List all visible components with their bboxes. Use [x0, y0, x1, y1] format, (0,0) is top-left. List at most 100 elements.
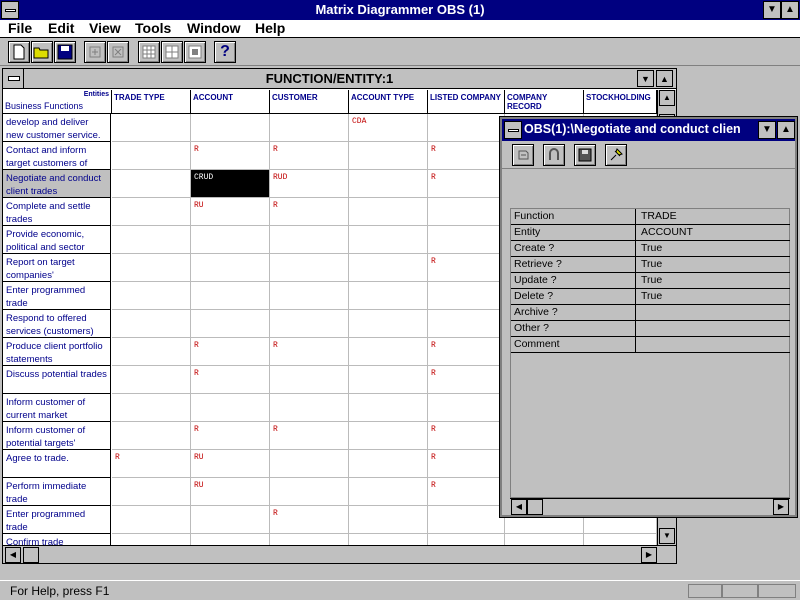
matrix-cell[interactable]	[270, 478, 349, 506]
scroll-left-icon[interactable]: ◀	[5, 547, 21, 563]
obs-minimize-icon[interactable]: ▼	[758, 121, 776, 139]
matrix-cell[interactable]	[428, 394, 505, 422]
property-row[interactable]: Archive ?	[511, 305, 790, 321]
matrix-cell[interactable]	[270, 254, 349, 282]
property-row[interactable]: Delete ? True	[511, 289, 790, 305]
property-row[interactable]: Create ? True	[511, 241, 790, 257]
grid-collapse-icon[interactable]	[184, 41, 206, 63]
obs-horizontal-scrollbar[interactable]: ◀ ▶	[510, 498, 790, 515]
matrix-cell[interactable]	[270, 282, 349, 310]
matrix-cell[interactable]	[112, 422, 191, 450]
matrix-cell[interactable]: CRUD	[191, 170, 270, 198]
row-label[interactable]: Provide economic, political and sector	[3, 226, 111, 254]
matrix-cell[interactable]	[270, 114, 349, 142]
matrix-cell[interactable]: R	[428, 254, 505, 282]
matrix-cell[interactable]	[349, 450, 428, 478]
link-icon[interactable]	[543, 144, 565, 166]
scroll-down-icon[interactable]: ▼	[659, 528, 675, 544]
property-row[interactable]: Retrieve ? True	[511, 257, 790, 273]
matrix-cell[interactable]: R	[270, 506, 349, 534]
obs-scroll-left-icon[interactable]: ◀	[511, 499, 527, 515]
matrix-cell[interactable]	[505, 534, 584, 545]
matrix-cell[interactable]: R	[428, 478, 505, 506]
matrix-cell[interactable]	[270, 366, 349, 394]
matrix-cell[interactable]	[349, 394, 428, 422]
row-label[interactable]: develop and deliver new customer service…	[3, 114, 111, 142]
matrix-cell[interactable]	[349, 282, 428, 310]
matrix-cell[interactable]	[191, 534, 270, 545]
row-label[interactable]: Agree to trade.	[3, 450, 111, 478]
matrix-cell[interactable]	[349, 366, 428, 394]
matrix-cell[interactable]: R	[428, 338, 505, 366]
row-label[interactable]: Contact and inform target customers of	[3, 142, 111, 170]
column-header-account[interactable]: ACCOUNT	[191, 90, 270, 114]
matrix-cell[interactable]: CDA	[349, 114, 428, 142]
matrix-maximize-icon[interactable]: ▲	[656, 70, 673, 87]
property-row[interactable]: Function TRADE	[511, 209, 790, 225]
menu-edit[interactable]: Edit	[48, 20, 74, 36]
matrix-cell[interactable]	[191, 394, 270, 422]
minimize-icon[interactable]: ▼	[763, 1, 781, 19]
matrix-cell[interactable]	[584, 534, 657, 545]
row-label[interactable]: Report on target companies'	[3, 254, 111, 282]
matrix-cell[interactable]	[428, 282, 505, 310]
matrix-system-menu-icon[interactable]	[3, 69, 24, 88]
row-label[interactable]: Inform customer of potential targets'	[3, 422, 111, 450]
row-label[interactable]: Complete and settle trades	[3, 198, 111, 226]
matrix-cell[interactable]	[428, 506, 505, 534]
grid-expand-icon[interactable]	[161, 41, 183, 63]
scroll-right-icon[interactable]: ▶	[641, 547, 657, 563]
add-row-icon[interactable]	[84, 41, 106, 63]
matrix-cell[interactable]	[270, 534, 349, 545]
matrix-cell[interactable]	[349, 478, 428, 506]
matrix-cell[interactable]: R	[428, 366, 505, 394]
matrix-cell[interactable]: RUD	[270, 170, 349, 198]
pin-icon[interactable]	[605, 144, 627, 166]
grid-view-icon[interactable]	[138, 41, 160, 63]
matrix-cell[interactable]	[270, 450, 349, 478]
matrix-cell[interactable]: R	[428, 422, 505, 450]
matrix-cell[interactable]	[349, 254, 428, 282]
matrix-cell[interactable]: R	[191, 142, 270, 170]
matrix-cell[interactable]	[428, 226, 505, 254]
property-value[interactable]: TRADE	[638, 209, 790, 224]
matrix-cell[interactable]	[112, 338, 191, 366]
matrix-cell[interactable]	[112, 366, 191, 394]
row-label[interactable]: Inform customer of current market	[3, 394, 111, 422]
property-value[interactable]: True	[638, 241, 790, 256]
menu-view[interactable]: View	[89, 20, 121, 36]
matrix-cell[interactable]	[112, 170, 191, 198]
matrix-cell[interactable]	[349, 198, 428, 226]
save-disk-icon[interactable]	[54, 41, 76, 63]
property-value[interactable]	[638, 305, 790, 320]
matrix-cell[interactable]	[191, 282, 270, 310]
matrix-cell[interactable]	[270, 394, 349, 422]
matrix-cell[interactable]: R	[191, 422, 270, 450]
matrix-cell[interactable]	[112, 142, 191, 170]
matrix-cell[interactable]	[349, 170, 428, 198]
matrix-cell[interactable]	[349, 142, 428, 170]
refresh-icon[interactable]	[512, 144, 534, 166]
column-header-account-type[interactable]: ACCOUNT TYPE	[349, 90, 428, 114]
column-header-trade-type[interactable]: TRADE TYPE	[112, 90, 191, 114]
matrix-cell[interactable]	[112, 310, 191, 338]
column-header-stockholding[interactable]: STOCKHOLDING	[584, 90, 657, 114]
matrix-cell[interactable]: R	[428, 450, 505, 478]
property-row[interactable]: Other ?	[511, 321, 790, 337]
menu-file[interactable]: File	[8, 20, 32, 36]
matrix-cell[interactable]	[349, 338, 428, 366]
matrix-cell[interactable]: R	[270, 198, 349, 226]
matrix-cell[interactable]: R	[191, 366, 270, 394]
horizontal-scroll-thumb[interactable]	[23, 547, 39, 563]
obs-scroll-right-icon[interactable]: ▶	[773, 499, 789, 515]
matrix-cell[interactable]	[349, 534, 428, 545]
matrix-cell[interactable]	[191, 254, 270, 282]
matrix-cell[interactable]	[428, 198, 505, 226]
matrix-cell[interactable]	[191, 506, 270, 534]
matrix-cell[interactable]	[191, 114, 270, 142]
property-value[interactable]: True	[638, 273, 790, 288]
matrix-cell[interactable]	[428, 310, 505, 338]
row-label[interactable]: Produce client portfolio statements	[3, 338, 111, 366]
property-value[interactable]	[638, 337, 790, 352]
maximize-icon[interactable]: ▲	[781, 1, 799, 19]
